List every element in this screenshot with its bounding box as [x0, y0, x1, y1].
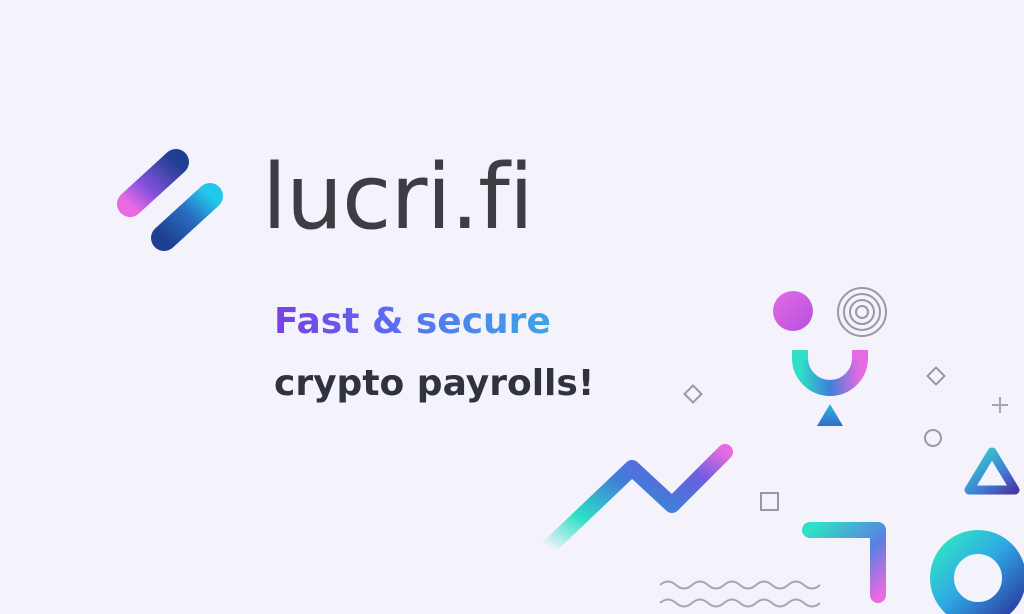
- outlined-triangle-icon: [964, 447, 1020, 495]
- donut-ring-icon: [930, 530, 1024, 614]
- zigzag-line-icon: [540, 444, 733, 556]
- concentric-circles-icon: [837, 287, 887, 337]
- triangle-icon: [817, 404, 843, 426]
- ring-icon: [924, 429, 942, 447]
- square-icon: [760, 492, 779, 511]
- pink-circle-icon: [773, 291, 813, 331]
- banner: lucri.fi Fast & secure crypto payrolls!: [0, 0, 1024, 614]
- diamond-icon: [926, 366, 946, 386]
- diamond-icon: [683, 384, 703, 404]
- wave-lines-icon: [659, 580, 821, 608]
- magnet-arc-icon: [792, 350, 868, 396]
- plus-icon: [992, 397, 1008, 413]
- decorative-shapes: [540, 287, 1024, 614]
